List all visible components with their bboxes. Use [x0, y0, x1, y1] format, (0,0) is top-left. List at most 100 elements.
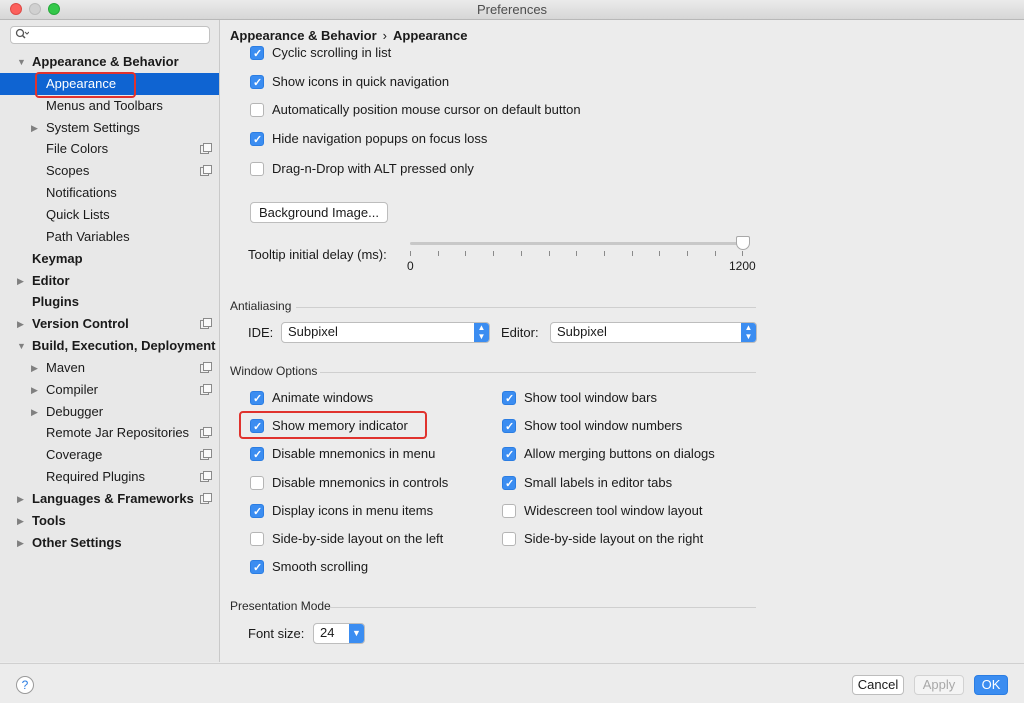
sidebar-item-other-settings[interactable]: ▶ Other Settings: [0, 532, 219, 554]
collapsed-arrow-icon[interactable]: ▶: [31, 357, 38, 379]
unchecked-checkbox[interactable]: [250, 162, 264, 176]
checkbox-label[interactable]: Side-by-side layout on the right: [524, 529, 703, 549]
select-updown-icon: ▲ ▼: [474, 323, 489, 342]
project-level-icon: [200, 361, 212, 373]
project-level-icon: [200, 427, 212, 439]
sidebar-item-file-colors[interactable]: File Colors: [0, 138, 219, 160]
checkbox-label[interactable]: Smooth scrolling: [272, 557, 368, 577]
checkbox-label[interactable]: Automatically position mouse cursor on d…: [272, 100, 581, 120]
checkbox-label[interactable]: Hide navigation popups on focus loss: [272, 129, 487, 149]
sidebar-item-compiler[interactable]: ▶ Compiler: [0, 379, 219, 401]
window-options-section-title: Window Options: [230, 364, 318, 378]
unchecked-checkbox[interactable]: [250, 103, 264, 117]
collapsed-arrow-icon[interactable]: ▶: [17, 270, 24, 292]
search-input[interactable]: [10, 26, 210, 44]
collapsed-arrow-icon[interactable]: ▶: [31, 401, 38, 423]
sidebar-item-quick-lists[interactable]: Quick Lists: [0, 204, 219, 226]
unchecked-checkbox[interactable]: [502, 532, 516, 546]
ide-antialiasing-select[interactable]: Subpixel ▲ ▼: [281, 322, 490, 343]
slider-max-label: 1200: [729, 259, 756, 273]
checkbox-label[interactable]: Disable mnemonics in menu: [272, 444, 435, 464]
slider-tick: [742, 251, 744, 256]
checked-checkbox[interactable]: [502, 445, 516, 465]
project-level-icon: [200, 493, 212, 504]
checkbox-label[interactable]: Show tool window bars: [524, 388, 657, 408]
sidebar-item-maven[interactable]: ▶ Maven: [0, 357, 219, 379]
collapsed-arrow-icon[interactable]: ▶: [17, 313, 24, 335]
sidebar-item-label: Scopes: [46, 163, 90, 179]
sidebar-item-label: Version Control: [32, 316, 129, 332]
unchecked-checkbox[interactable]: [250, 532, 264, 546]
sidebar-item-label: Maven: [46, 359, 86, 375]
sidebar-item-editor[interactable]: ▶ Editor: [0, 270, 219, 292]
unchecked-checkbox[interactable]: [250, 475, 264, 490]
checkbox-label[interactable]: Side-by-side layout on the left: [272, 529, 443, 549]
checkbox-label[interactable]: Widescreen tool window layout: [524, 501, 702, 521]
expanded-arrow-icon[interactable]: ▼: [17, 51, 26, 73]
editor-antialiasing-select[interactable]: Subpixel ▲ ▼: [550, 322, 757, 343]
checkbox-label[interactable]: Disable mnemonics in controls: [272, 473, 448, 493]
sidebar-item-debugger[interactable]: ▶ Debugger: [0, 401, 219, 423]
checked-checkbox[interactable]: [250, 130, 264, 150]
slider-tick: [465, 251, 467, 256]
checkbox-label[interactable]: Display icons in menu items: [272, 501, 433, 521]
unchecked-checkbox[interactable]: [502, 503, 516, 518]
checked-checkbox[interactable]: [502, 417, 516, 437]
sidebar-item-label: Remote Jar Repositories: [46, 425, 190, 441]
font-size-select[interactable]: 24 ▼: [313, 623, 365, 644]
apply-button[interactable]: Apply: [914, 675, 964, 695]
breadcrumb-parent[interactable]: Appearance & Behavior: [230, 28, 377, 43]
checkbox-label[interactable]: Cyclic scrolling in list: [272, 43, 391, 63]
collapsed-arrow-icon[interactable]: ▶: [17, 532, 24, 554]
checked-checkbox[interactable]: [502, 474, 516, 494]
background-image-button[interactable]: Background Image...: [250, 202, 388, 223]
ok-button[interactable]: OK: [974, 675, 1008, 695]
checked-checkbox[interactable]: [250, 502, 264, 522]
sidebar-item-system-settings[interactable]: ▶ System Settings: [0, 117, 219, 139]
sidebar-item-plugins[interactable]: Plugins: [0, 291, 219, 313]
sidebar-item-required-plugins[interactable]: Required Plugins: [0, 466, 219, 488]
sidebar-item-version-control[interactable]: ▶ Version Control: [0, 313, 219, 335]
expanded-arrow-icon[interactable]: ▼: [17, 335, 26, 357]
sidebar-item-coverage[interactable]: Coverage: [0, 444, 219, 466]
collapsed-arrow-icon[interactable]: ▶: [31, 117, 38, 139]
checked-checkbox[interactable]: [250, 445, 264, 465]
checked-checkbox[interactable]: [250, 73, 264, 93]
checkbox-label[interactable]: Drag-n-Drop with ALT pressed only: [272, 159, 474, 179]
collapsed-arrow-icon[interactable]: ▶: [17, 488, 24, 510]
cancel-button[interactable]: Cancel: [852, 675, 904, 695]
tooltip-delay-slider-track[interactable]: [410, 242, 745, 245]
sidebar-item-label: Other Settings: [32, 534, 122, 550]
search-icon: [15, 28, 30, 43]
checkbox-label[interactable]: Small labels in editor tabs: [524, 473, 672, 493]
highlight-box-appearance: [35, 72, 136, 98]
checked-checkbox[interactable]: [250, 44, 264, 64]
checked-checkbox[interactable]: [502, 389, 516, 409]
checked-checkbox[interactable]: [250, 558, 264, 578]
presentation-divider: [328, 607, 756, 608]
sidebar-item-languages-frameworks[interactable]: ▶ Languages & Frameworks: [0, 488, 219, 510]
sidebar-item-keymap[interactable]: Keymap: [0, 248, 219, 270]
sidebar-item-notifications[interactable]: Notifications: [0, 182, 219, 204]
checkbox-label[interactable]: Allow merging buttons on dialogs: [524, 444, 715, 464]
sidebar-item-tools[interactable]: ▶ Tools: [0, 510, 219, 532]
sidebar-item-label: Quick Lists: [46, 206, 110, 222]
collapsed-arrow-icon[interactable]: ▶: [17, 510, 24, 532]
sidebar-item-label: Editor: [32, 272, 70, 288]
slider-tick: [631, 251, 633, 256]
sidebar-item-build-execution-deployment[interactable]: ▼ Build, Execution, Deployment: [0, 335, 219, 357]
checkbox-label[interactable]: Animate windows: [272, 388, 373, 408]
settings-sidebar: ▼ Appearance & Behavior Appearance Menus an…: [0, 20, 220, 662]
checked-checkbox[interactable]: [250, 389, 264, 409]
window-options-divider: [320, 372, 756, 373]
sidebar-item-remote-jar-repositories[interactable]: Remote Jar Repositories: [0, 422, 219, 444]
collapsed-arrow-icon[interactable]: ▶: [31, 379, 38, 401]
sidebar-item-scopes[interactable]: Scopes: [0, 160, 219, 182]
sidebar-item-path-variables[interactable]: Path Variables: [0, 226, 219, 248]
help-button[interactable]: ?: [16, 676, 34, 694]
checkbox-label[interactable]: Show icons in quick navigation: [272, 72, 449, 92]
sidebar-item-appearance-behavior[interactable]: ▼ Appearance & Behavior: [0, 51, 219, 73]
sidebar-item-label: File Colors: [46, 141, 109, 157]
tooltip-delay-slider-thumb[interactable]: [736, 236, 750, 250]
checkbox-label[interactable]: Show tool window numbers: [524, 416, 682, 436]
